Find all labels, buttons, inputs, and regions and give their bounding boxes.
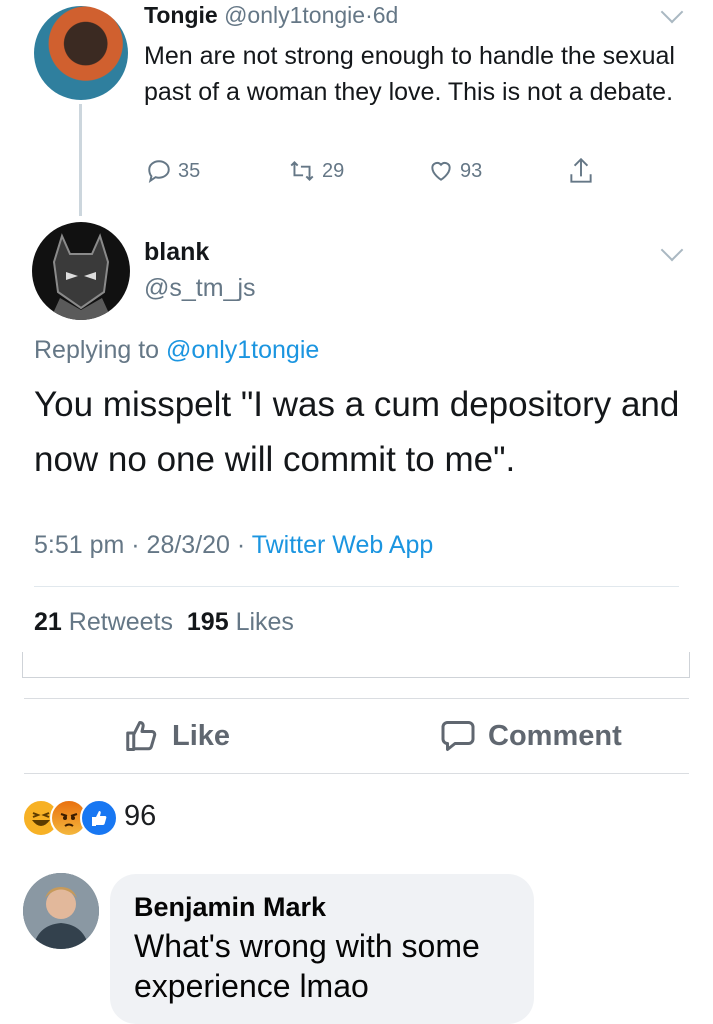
like-action[interactable]: 93 [428,158,482,184]
share-icon [570,157,592,183]
tweet-timestamp[interactable]: 5:51 pm · 28/3/20 [34,531,230,559]
reply-action[interactable]: 35 [146,158,200,184]
fb-like-label: Like [172,719,231,752]
fb-like-button[interactable]: Like [124,718,230,754]
replying-to-link[interactable]: @only1tongie [166,336,319,364]
share-action[interactable] [568,156,594,191]
commenter-avatar[interactable] [23,873,99,949]
retweet-icon [290,161,314,181]
tweet-stats: 21 Retweets 195 Likes [34,608,294,637]
main-display-name[interactable]: blank [144,238,209,267]
retweet-total[interactable]: 21 Retweets [34,608,173,636]
image-frame-bottom [22,652,690,678]
reaction-count[interactable]: 96 [124,800,156,833]
retweet-total-label: Retweets [68,608,173,636]
comment-bubble: Benjamin Mark What's wrong with some exp… [110,874,534,1024]
quoted-display-name[interactable]: Tongie [144,2,218,28]
meta-separator: · [229,531,252,559]
quoted-author-avatar[interactable] [34,6,128,100]
comment-bubble-icon [441,721,475,751]
quoted-caret-icon[interactable] [660,0,684,24]
retweet-action[interactable]: 29 [288,158,344,184]
like-total-label: Likes [235,608,294,636]
action-bar-bottom-divider [24,773,689,774]
retweet-count: 29 [322,159,345,182]
retweet-total-count: 21 [34,608,62,636]
replying-prefix: Replying to [34,336,160,364]
tweet-source-link[interactable]: Twitter Web App [252,531,434,559]
main-tweet-text: You misspelt "I was a cum depository and… [34,385,680,479]
like-total[interactable]: 195 Likes [187,608,294,636]
like-reaction-icon [80,799,118,837]
like-count: 93 [460,159,483,182]
main-handle[interactable]: @s_tm_js [144,274,256,303]
quoted-handle[interactable]: @only1tongie [224,2,365,28]
replying-to-line: Replying to @only1tongie [34,336,319,365]
tweet-meta: 5:51 pm · 28/3/20 · Twitter Web App [34,531,433,560]
quoted-tweet-header: Tongie @only1tongie·6d [144,2,398,29]
meta-divider [34,586,679,587]
like-total-count: 195 [186,608,229,636]
reply-count: 35 [178,159,201,182]
heart-icon [431,161,451,181]
comment-text: What's wrong with some experience lmao [134,928,480,1004]
batman-avatar-icon [50,233,112,320]
quoted-separator: · [365,2,373,28]
thread-line [79,104,82,216]
main-caret-icon[interactable] [660,238,684,262]
quoted-tweet-text: Men are not strong enough to handle the … [144,42,675,106]
thumbs-up-icon [126,721,157,751]
quoted-age[interactable]: 6d [373,2,399,28]
comment-author[interactable]: Benjamin Mark [134,892,326,923]
fb-comment-label: Comment [488,719,622,752]
main-author-avatar[interactable] [32,222,130,320]
person-avatar-icon [23,873,99,949]
reply-icon [148,160,170,183]
fb-comment-button[interactable]: Comment [440,718,622,754]
action-bar-top-divider [24,698,689,699]
